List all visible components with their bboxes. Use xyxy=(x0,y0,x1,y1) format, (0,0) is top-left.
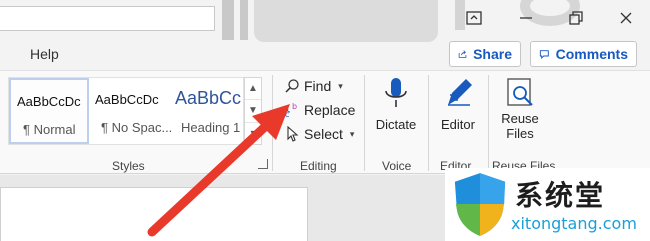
style-sample: AaBbCcDc xyxy=(17,94,81,109)
style-name: ¶ No Spac... xyxy=(101,120,173,135)
styles-dialog-launcher-icon[interactable] xyxy=(258,159,268,169)
replace-button[interactable]: bc Replace xyxy=(284,99,355,121)
voice-group-label: Voice xyxy=(382,159,412,173)
reuse-files-label-1: Reuse xyxy=(501,111,539,126)
ribbon-display-options-icon[interactable] xyxy=(464,8,484,28)
svg-text:b: b xyxy=(292,102,297,111)
watermark: 系统堂 xitongtang.com xyxy=(445,168,650,241)
watermark-url: xitongtang.com xyxy=(511,214,637,233)
style-name: Heading 1 xyxy=(181,120,241,135)
select-button[interactable]: Select ▾ xyxy=(284,123,354,145)
search-icon xyxy=(285,79,299,93)
title-decoration xyxy=(222,0,234,40)
title-bar xyxy=(0,0,650,42)
close-icon[interactable] xyxy=(616,8,636,28)
share-label: Share xyxy=(473,46,512,62)
minimize-icon[interactable] xyxy=(516,8,536,28)
watermark-text: 系统堂 xyxy=(515,179,606,212)
tab-help[interactable]: Help xyxy=(30,46,59,62)
select-label: Select xyxy=(304,126,343,142)
style-sample: AaBbCcDc xyxy=(95,92,159,107)
comment-icon xyxy=(539,50,549,60)
cursor-icon xyxy=(287,126,299,142)
find-label: Find xyxy=(304,78,332,94)
comments-button[interactable]: Comments xyxy=(530,41,637,67)
shield-icon xyxy=(454,173,506,236)
editor-pen-icon xyxy=(448,79,472,106)
chevron-down-icon[interactable]: ▼ xyxy=(245,100,261,123)
ribbon: AaBbCcDc ¶ Normal AaBbCcDc ¶ No Spac... … xyxy=(0,70,650,174)
share-icon xyxy=(458,50,467,58)
title-search-box[interactable] xyxy=(0,6,215,31)
reuse-files-label-2: Files xyxy=(506,126,534,141)
editing-group-label: Editing xyxy=(300,159,337,173)
style-sample: AaBbCc xyxy=(175,88,242,108)
microphone-icon xyxy=(385,78,407,107)
editor-label: Editor xyxy=(441,117,475,132)
document-page[interactable] xyxy=(0,187,308,241)
chevron-down-icon: ▾ xyxy=(338,80,343,91)
replace-label: Replace xyxy=(304,102,356,118)
reuse-files-icon xyxy=(507,78,533,106)
editor-button[interactable]: Editor xyxy=(436,75,480,132)
styles-group-label: Styles xyxy=(112,159,145,173)
comments-label: Comments xyxy=(555,46,628,62)
styles-gallery-scroll: ▲ ▼ ▾ xyxy=(244,77,262,145)
replace-icon: bc xyxy=(285,102,297,118)
dictate-label: Dictate xyxy=(375,117,417,132)
more-styles-icon[interactable]: ▾ xyxy=(245,123,261,144)
styles-gallery: AaBbCcDc ¶ Normal AaBbCcDc ¶ No Spac... … xyxy=(8,77,244,145)
chevron-down-icon: ▾ xyxy=(349,128,355,139)
find-button[interactable]: Find ▾ xyxy=(284,75,343,97)
group-separator xyxy=(272,75,273,171)
svg-text:c: c xyxy=(285,110,289,118)
group-separator xyxy=(364,75,365,171)
reuse-files-button[interactable]: Reuse Files xyxy=(496,75,544,141)
style-no-spacing[interactable]: AaBbCcDc ¶ No Spac... xyxy=(89,78,173,144)
account-area[interactable] xyxy=(254,0,438,42)
style-name: ¶ Normal xyxy=(23,122,76,137)
style-heading-1[interactable]: AaBbCc Heading 1 xyxy=(169,78,243,144)
title-decoration xyxy=(240,0,248,40)
chevron-up-icon[interactable]: ▲ xyxy=(245,78,261,101)
share-button[interactable]: Share xyxy=(449,41,521,67)
group-separator xyxy=(428,75,429,171)
group-separator xyxy=(488,75,489,171)
dictate-button[interactable]: Dictate xyxy=(374,75,418,132)
style-normal[interactable]: AaBbCcDc ¶ Normal xyxy=(9,78,89,144)
restore-icon[interactable] xyxy=(566,8,586,28)
